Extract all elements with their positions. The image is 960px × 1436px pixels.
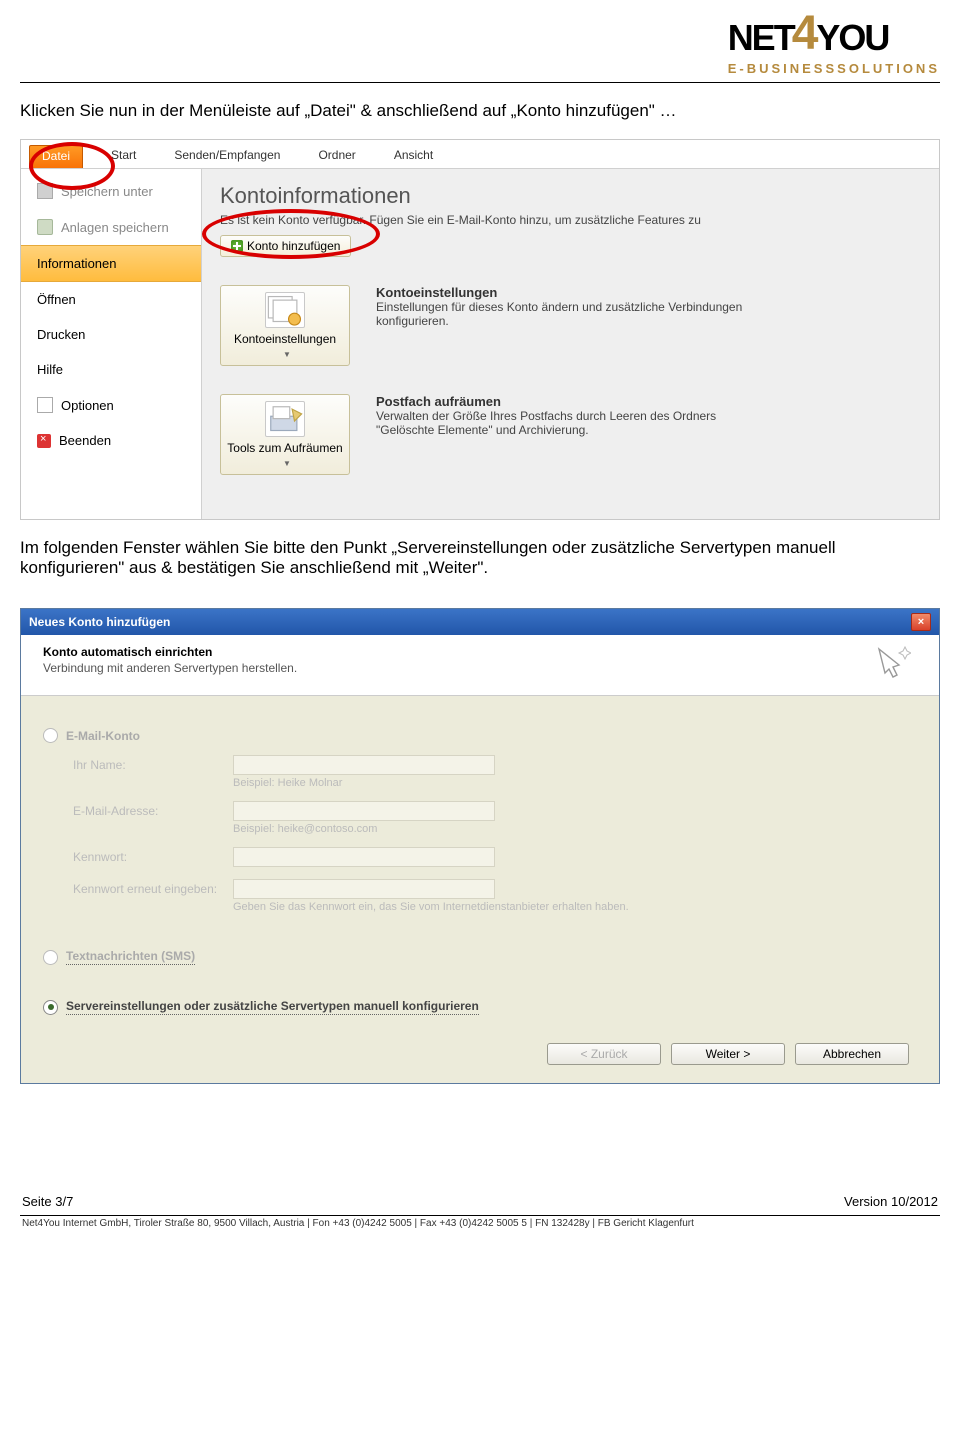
dialog-section-sub: Verbindung mit anderen Servertypen herst… — [43, 661, 297, 675]
side-hilfe-label: Hilfe — [37, 362, 63, 377]
konto-hinzufuegen-button[interactable]: Konto hinzufügen — [220, 235, 351, 257]
logo-sub-solutions: SOLUTIONS — [837, 61, 940, 76]
cleanup-icon — [265, 401, 305, 437]
add-account-dialog: Neues Konto hinzufügen × Konto automatis… — [20, 608, 940, 1084]
ribbon-tab-start[interactable]: Start — [101, 144, 146, 168]
dialog-buttons: < Zurück Weiter > Abbrechen — [43, 1025, 917, 1069]
email-input — [233, 801, 495, 821]
tools-aufraeumen-label: Tools zum Aufräumen — [227, 441, 342, 455]
page-number: Seite 3/7 — [22, 1194, 73, 1209]
save-icon — [37, 183, 53, 199]
side-speichern-unter[interactable]: Speichern unter — [21, 173, 201, 209]
dialog-title-text: Neues Konto hinzufügen — [29, 615, 170, 629]
radio-selected-icon — [43, 1000, 58, 1015]
dialog-header: Konto automatisch einrichten Verbindung … — [21, 635, 939, 696]
footer-contact: Net4You Internet GmbH, Tiroler Straße 80… — [20, 1216, 940, 1243]
kontoeinstellungen-button[interactable]: Kontoeinstellungen ▼ — [220, 285, 350, 366]
options-icon — [37, 397, 53, 413]
page-footer: Seite 3/7 Version 10/2012 — [20, 1194, 940, 1211]
postfach-desc: Verwalten der Größe Ihres Postfachs durc… — [376, 409, 756, 437]
field-email: E-Mail-Adresse: — [73, 801, 917, 821]
logo-text-you: YOU — [816, 17, 888, 59]
ribbon-tab-ansicht[interactable]: Ansicht — [384, 144, 443, 168]
cursor-star-icon — [875, 645, 911, 681]
option-email-label: E-Mail-Konto — [66, 729, 140, 743]
radio-icon — [43, 950, 58, 965]
outlook-backstage: Datei Start Senden/Empfangen Ordner Ansi… — [20, 139, 940, 520]
password2-label: Kennwort erneut eingeben: — [73, 882, 223, 896]
password-label: Kennwort: — [73, 850, 223, 864]
ribbon-tab-ordner[interactable]: Ordner — [308, 144, 365, 168]
side-oeffnen[interactable]: Öffnen — [21, 282, 201, 317]
instruction-1: Klicken Sie nun in der Menüleiste auf „D… — [20, 101, 940, 121]
next-button[interactable]: Weiter > — [671, 1043, 785, 1065]
side-optionen[interactable]: Optionen — [21, 387, 201, 423]
chevron-down-icon: ▼ — [283, 350, 291, 359]
close-icon — [37, 434, 51, 448]
plus-icon — [231, 240, 243, 252]
tools-aufraeumen-button[interactable]: Tools zum Aufräumen ▼ — [220, 394, 350, 475]
name-input — [233, 755, 495, 775]
side-oeffnen-label: Öffnen — [37, 292, 76, 307]
field-password: Kennwort: — [73, 847, 917, 867]
side-hilfe[interactable]: Hilfe — [21, 352, 201, 387]
name-label: Ihr Name: — [73, 758, 223, 772]
chevron-down-icon: ▼ — [283, 459, 291, 468]
side-beenden[interactable]: Beenden — [21, 423, 201, 458]
version-label: Version 10/2012 — [844, 1194, 938, 1209]
option-sms[interactable]: Textnachrichten (SMS) — [43, 949, 917, 965]
side-optionen-label: Optionen — [61, 398, 114, 413]
password-hint: Geben Sie das Kennwort ein, das Sie vom … — [233, 901, 917, 913]
option-email-konto[interactable]: E-Mail-Konto — [43, 728, 917, 743]
logo-sub-ebusiness: E-BUSINESS — [728, 61, 837, 76]
password2-input — [233, 879, 495, 899]
kontoeinstellungen-desc: Einstellungen für dieses Konto ändern un… — [376, 300, 756, 328]
email-hint: Beispiel: heike@contoso.com — [233, 823, 917, 835]
option-sms-label: Textnachrichten (SMS) — [66, 949, 195, 965]
option-serversettings[interactable]: Servereinstellungen oder zusätzliche Ser… — [43, 999, 917, 1015]
attachment-icon — [37, 219, 53, 235]
dialog-body: E-Mail-Konto Ihr Name: Beispiel: Heike M… — [21, 696, 939, 1083]
side-drucken[interactable]: Drucken — [21, 317, 201, 352]
kontoeinstellungen-heading: Kontoeinstellungen — [376, 285, 756, 300]
konto-hinzufuegen-label: Konto hinzufügen — [247, 239, 340, 253]
email-label: E-Mail-Adresse: — [73, 804, 223, 818]
back-button: < Zurück — [547, 1043, 661, 1065]
side-anlagen-label: Anlagen speichern — [61, 220, 169, 235]
ribbon: Datei Start Senden/Empfangen Ordner Ansi… — [21, 140, 939, 169]
postfach-text: Postfach aufräumen Verwalten der Größe I… — [376, 394, 756, 437]
side-drucken-label: Drucken — [37, 327, 85, 342]
side-speichern-label: Speichern unter — [61, 184, 153, 199]
password-input — [233, 847, 495, 867]
kontoeinstellungen-text: Kontoeinstellungen Einstellungen für die… — [376, 285, 756, 328]
ribbon-tab-senden[interactable]: Senden/Empfangen — [164, 144, 290, 168]
instruction-2: Im folgenden Fenster wählen Sie bitte de… — [20, 538, 940, 578]
backstage-main: Kontoinformationen Es ist kein Konto ver… — [202, 169, 939, 519]
logo-text-net: NET — [728, 17, 794, 59]
kontoinformationen-sub: Es ist kein Konto verfügbar. Fügen Sie e… — [220, 213, 921, 227]
kontoeinstellungen-label: Kontoeinstellungen — [234, 332, 336, 346]
side-informationen[interactable]: Informationen — [21, 245, 201, 282]
logo: NET 4 YOU E-BUSINESS SOLUTIONS — [728, 10, 940, 76]
side-info-label: Informationen — [37, 256, 117, 271]
side-beenden-label: Beenden — [59, 433, 111, 448]
side-anlagen-speichern[interactable]: Anlagen speichern — [21, 209, 201, 245]
dialog-section-title: Konto automatisch einrichten — [43, 645, 297, 659]
radio-icon — [43, 728, 58, 743]
cancel-button[interactable]: Abbrechen — [795, 1043, 909, 1065]
dialog-titlebar: Neues Konto hinzufügen × — [21, 609, 939, 635]
field-password-repeat: Kennwort erneut eingeben: — [73, 879, 917, 899]
ribbon-tab-datei[interactable]: Datei — [29, 145, 83, 168]
name-hint: Beispiel: Heike Molnar — [233, 777, 917, 789]
field-name: Ihr Name: — [73, 755, 917, 775]
dialog-close-button[interactable]: × — [911, 613, 931, 631]
option-server-label: Servereinstellungen oder zusätzliche Ser… — [66, 999, 479, 1015]
postfach-heading: Postfach aufräumen — [376, 394, 756, 409]
header-rule — [20, 82, 940, 83]
logo-text-4: 4 — [792, 6, 819, 61]
page-header: NET 4 YOU E-BUSINESS SOLUTIONS — [20, 0, 940, 78]
kontoinformationen-title: Kontoinformationen — [220, 183, 921, 209]
settings-icon — [265, 292, 305, 328]
backstage-sidebar: Speichern unter Anlagen speichern Inform… — [21, 169, 202, 519]
